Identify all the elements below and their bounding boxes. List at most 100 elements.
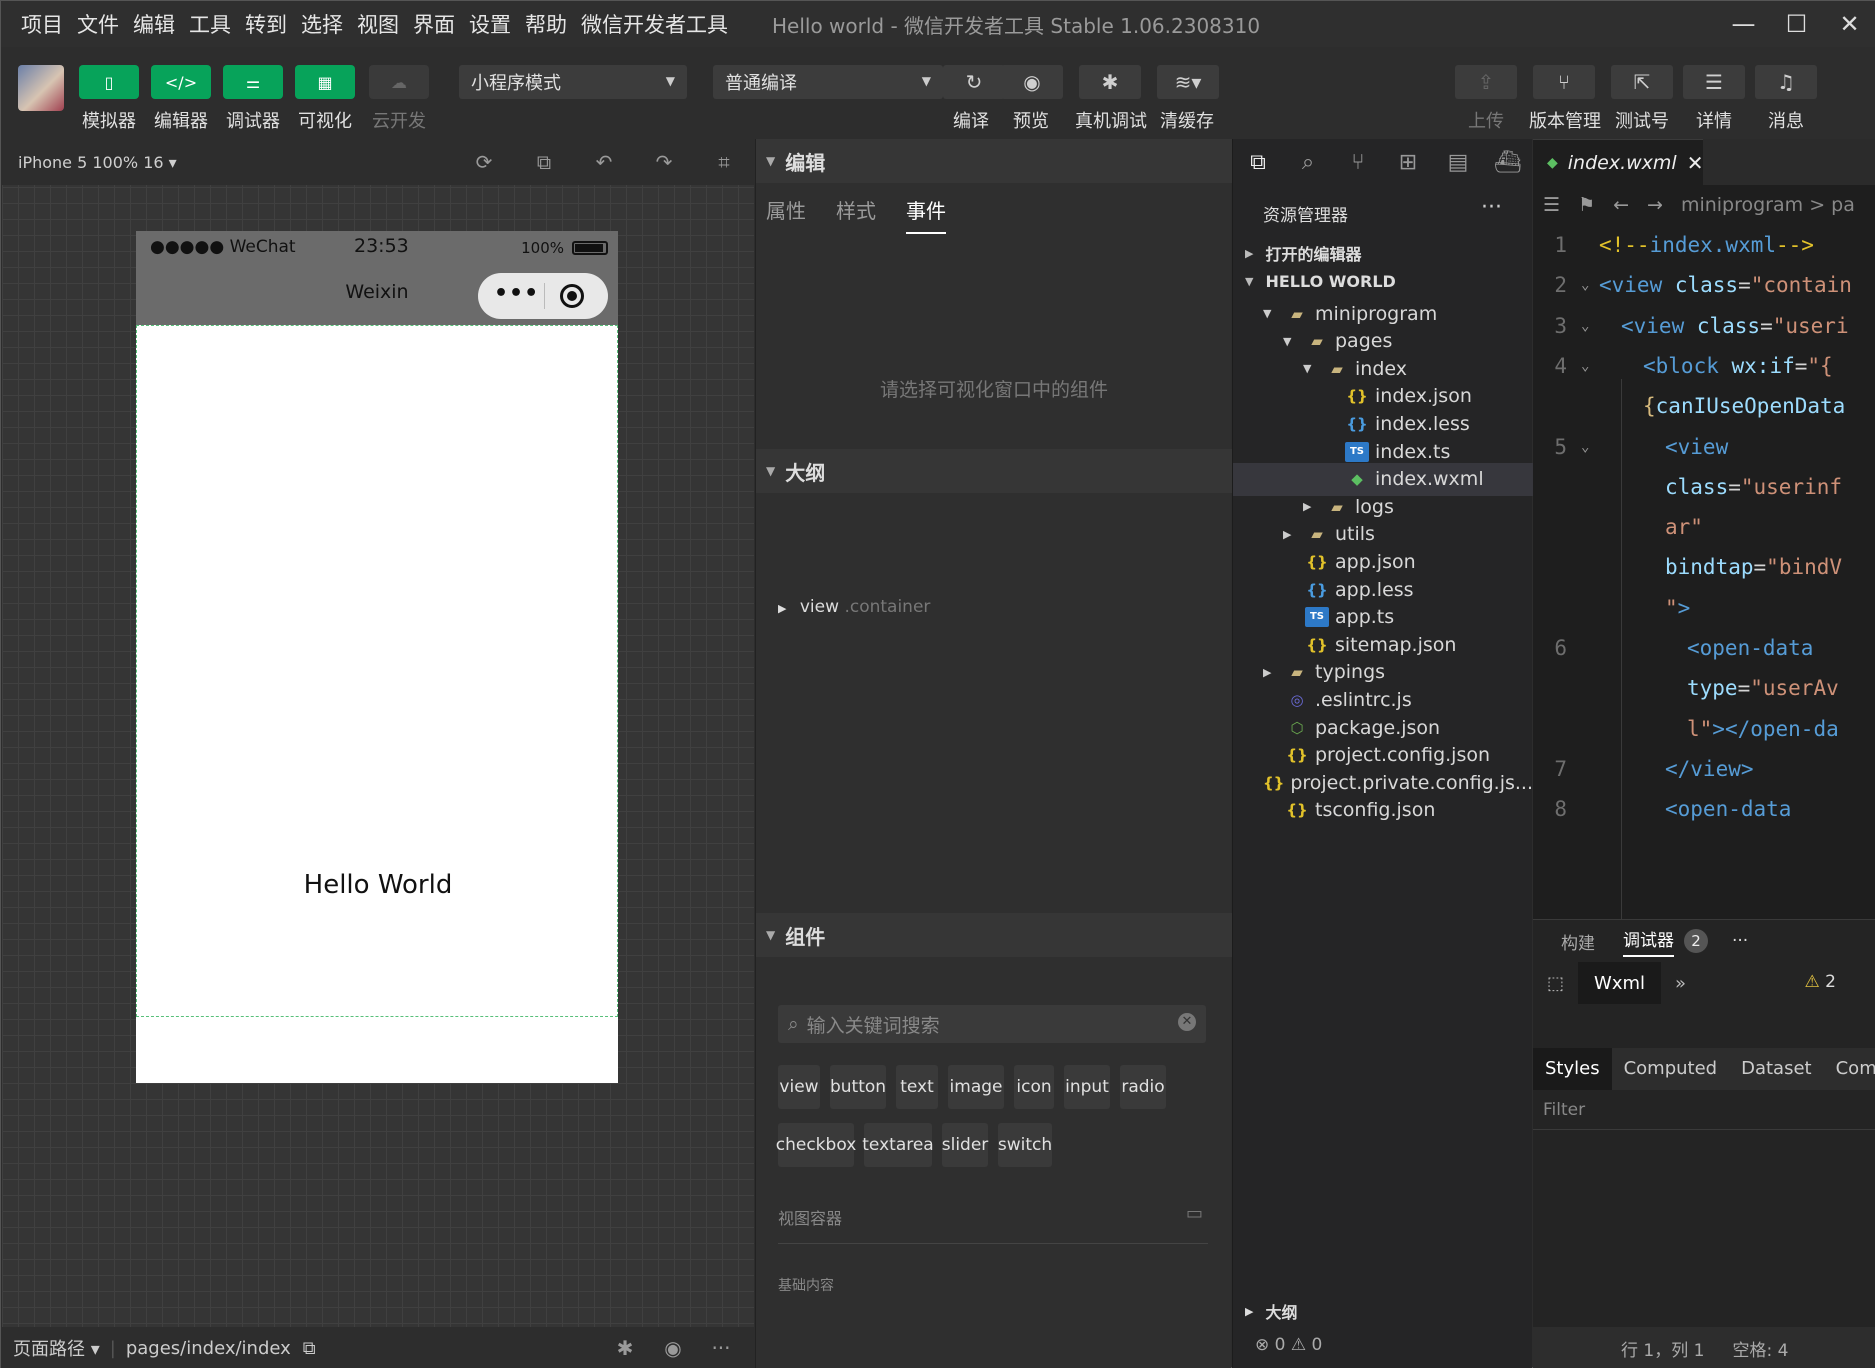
rotate-icon[interactable]: ⟳ <box>454 139 514 185</box>
menu-view[interactable]: 视图 <box>357 9 399 39</box>
compile-mode-select[interactable]: 普通编译 ▼ <box>713 65 943 99</box>
more-icon[interactable]: ··· <box>697 1327 745 1368</box>
file-tree-item[interactable]: {} tsconfig.json <box>1233 794 1533 827</box>
code-line[interactable]: {canIUseOpenData <box>1533 386 1875 426</box>
inspect-icon[interactable]: ⬚ <box>1547 973 1564 994</box>
back-icon[interactable]: ← <box>1613 194 1629 216</box>
files-icon[interactable]: ⧉ <box>1233 150 1283 175</box>
forward-icon[interactable]: → <box>1647 194 1663 216</box>
components-section-header[interactable]: ▼ 组件 <box>756 913 1232 957</box>
preview-button[interactable]: ◉ <box>1001 65 1063 99</box>
more-dots-icon[interactable]: ••• <box>494 281 539 306</box>
component-chip-checkbox[interactable]: checkbox <box>776 1123 856 1167</box>
fold-icon[interactable]: ⌄ <box>1581 265 1589 305</box>
bookmark-icon[interactable]: ⚑ <box>1578 194 1595 216</box>
problems-status[interactable]: ⊗ 0 ⚠ 0 <box>1255 1335 1322 1355</box>
debugger-toggle-button[interactable]: ⚌ <box>223 65 283 99</box>
warning-count[interactable]: ⚠ 2 <box>1805 972 1836 992</box>
tab-debugger[interactable]: 调试器 <box>1623 926 1674 957</box>
menu-goto[interactable]: 转到 <box>245 9 287 39</box>
code-line[interactable]: 5 ⌄ <view <box>1533 427 1875 467</box>
code-line[interactable]: 7 </view> <box>1533 749 1875 789</box>
version-mgmt-button[interactable]: ⑂ <box>1533 65 1595 99</box>
component-chip-text[interactable]: text <box>896 1065 938 1109</box>
chevron-right-icon[interactable]: » <box>1675 973 1686 994</box>
details-button[interactable]: ☰ <box>1683 65 1745 99</box>
tab-component[interactable]: Comp <box>1824 1048 1875 1090</box>
component-chip-switch[interactable]: switch <box>998 1123 1052 1167</box>
upload-button[interactable]: ⇪ <box>1455 65 1517 99</box>
fullscreen-icon[interactable]: ⌗ <box>694 139 754 185</box>
project-header[interactable]: ▼ HELLO WORLD <box>1233 265 1533 297</box>
forward-icon[interactable]: ↷ <box>634 139 694 185</box>
eye-icon[interactable]: ◉ <box>649 1327 697 1368</box>
device-select[interactable]: iPhone 5 100% 16 ▾ <box>18 153 177 172</box>
tab-events[interactable]: 事件 <box>906 195 946 234</box>
close-icon[interactable]: ✕ <box>1823 1 1875 47</box>
component-chip-input[interactable]: input <box>1064 1065 1110 1109</box>
code-line[interactable]: l"></open-da <box>1533 709 1875 749</box>
component-chip-button[interactable]: button <box>830 1065 886 1109</box>
outline-section-header[interactable]: ▼ 大纲 <box>756 449 1232 493</box>
bug-icon[interactable]: ✱ <box>601 1327 649 1368</box>
more-icon[interactable]: ··· <box>1732 931 1748 951</box>
tab-build[interactable]: 构建 <box>1561 929 1595 954</box>
mode-select[interactable]: 小程序模式 ▼ <box>459 65 687 99</box>
component-chip-view[interactable]: view <box>778 1065 820 1109</box>
tab-computed[interactable]: Computed <box>1612 1048 1730 1090</box>
code-line[interactable]: class="userinf <box>1533 467 1875 507</box>
code-line[interactable]: bindtap="bindV <box>1533 547 1875 587</box>
indentation[interactable]: 空格: 4 <box>1732 1336 1788 1361</box>
menu-help[interactable]: 帮助 <box>525 9 567 39</box>
storage-icon[interactable]: ▤ <box>1433 150 1483 175</box>
code-line[interactable]: ar" <box>1533 507 1875 547</box>
clear-cache-button[interactable]: ≋▾ <box>1157 65 1219 99</box>
fold-icon[interactable]: ⌄ <box>1581 306 1589 346</box>
simulator-toggle-button[interactable]: ▯ <box>79 65 139 99</box>
page-body[interactable]: Hello World <box>136 325 618 1017</box>
fold-icon[interactable]: ⌄ <box>1581 427 1589 467</box>
source-control-icon[interactable]: ⑂ <box>1333 150 1383 175</box>
editor-toggle-button[interactable]: </> <box>151 65 211 99</box>
test-account-button[interactable]: ⇱ <box>1611 65 1673 99</box>
menu-tools[interactable]: 工具 <box>189 9 231 39</box>
tab-attributes[interactable]: 属性 <box>766 195 806 234</box>
visual-toggle-button[interactable]: ▦ <box>295 65 355 99</box>
maximize-icon[interactable]: ☐ <box>1770 1 1823 47</box>
outline-header[interactable]: ▶ 大纲 <box>1233 1295 1533 1327</box>
tab-wxml[interactable]: Wxml <box>1578 962 1662 1004</box>
clear-search-icon[interactable]: ✕ <box>1178 1013 1196 1031</box>
avatar[interactable] <box>18 65 64 111</box>
component-search-input[interactable]: ⌕ 输入关键词搜索 ✕ <box>778 1005 1206 1043</box>
capsule-menu[interactable]: ••• <box>478 273 608 319</box>
menu-edit[interactable]: 编辑 <box>133 9 175 39</box>
multi-window-icon[interactable]: ⧉ <box>514 139 574 185</box>
menu-select[interactable]: 选择 <box>301 9 343 39</box>
minimize-icon[interactable]: — <box>1717 1 1770 47</box>
tab-styles[interactable]: 样式 <box>836 195 876 234</box>
outline-tree-item[interactable]: ▶ view .container <box>778 597 930 617</box>
code-line[interactable]: "> <box>1533 588 1875 628</box>
close-miniprogram-icon[interactable] <box>560 284 584 308</box>
component-chip-slider[interactable]: slider <box>942 1123 988 1167</box>
component-chip-textarea[interactable]: textarea <box>862 1123 934 1167</box>
close-tab-icon[interactable]: ✕ <box>1687 151 1704 175</box>
code-line[interactable]: 2 ⌄ <view class="contain <box>1533 265 1875 305</box>
menu-interface[interactable]: 界面 <box>413 9 455 39</box>
code-line[interactable]: 4 ⌄ <block wx:if="{ <box>1533 346 1875 386</box>
copy-icon[interactable]: ⧉ <box>303 1338 316 1359</box>
breadcrumb-path[interactable]: miniprogram > pa <box>1681 194 1855 216</box>
component-chip-icon[interactable]: icon <box>1014 1065 1054 1109</box>
compile-button[interactable]: ↻ <box>943 65 1005 99</box>
page-path-select[interactable]: 页面路径 ▾ <box>13 1335 100 1361</box>
component-chip-image[interactable]: image <box>948 1065 1004 1109</box>
menu-project[interactable]: 项目 <box>21 9 63 39</box>
menu-settings[interactable]: 设置 <box>469 9 511 39</box>
code-line[interactable]: type="userAv <box>1533 668 1875 708</box>
styles-filter-input[interactable]: Filter <box>1533 1090 1875 1130</box>
menu-file[interactable]: 文件 <box>77 9 119 39</box>
fold-icon[interactable]: ⌄ <box>1581 346 1589 386</box>
code-line[interactable]: 6 <open-data <box>1533 628 1875 668</box>
menu-devtools[interactable]: 微信开发者工具 <box>581 9 728 39</box>
search-icon[interactable]: ⌕ <box>1283 150 1333 175</box>
